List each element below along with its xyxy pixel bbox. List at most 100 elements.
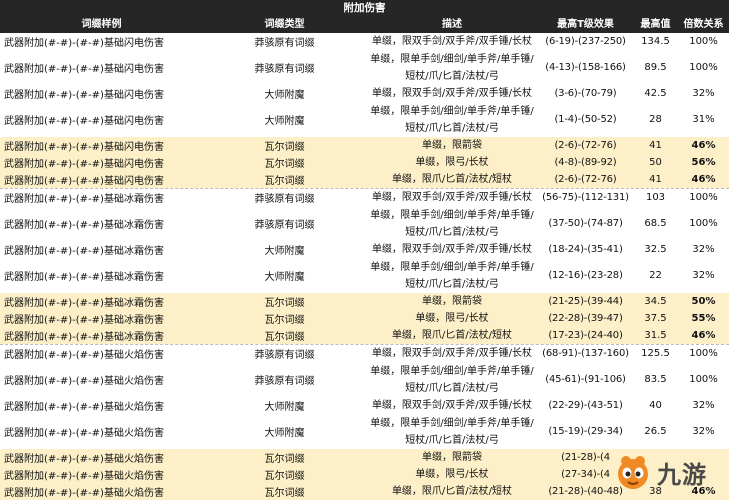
cell-affix-name: 武器附加(#-#)-(#-#)基础火焰伤害 (4, 402, 164, 413)
cell-ratio: 46% (691, 140, 716, 151)
cell-ratio: 32% (692, 426, 715, 437)
cell-affix-description: 单缀，限爪/匕首/法杖/短杖 (391, 330, 513, 341)
cell-max-value: 125.5 (641, 348, 670, 359)
cell-affix-name: 武器附加(#-#)-(#-#)基础火焰伤害 (4, 454, 164, 465)
cell-affix-name: 武器附加(#-#)-(#-#)基础火焰伤害 (4, 471, 164, 482)
table-row: 武器附加(#-#)-(#-#)基础闪电伤害 大师附魔 单缀，限双手剑/双手斧/双手锤… (0, 85, 729, 102)
cell-affix-type: 莽骇原有词缀 (254, 220, 315, 231)
cell-top-tier-range: (2-6)-(72-76) (554, 140, 617, 151)
cell-max-value: 83.5 (644, 374, 667, 385)
cell-affix-name: 武器附加(#-#)-(#-#)基础闪电伤害 (4, 159, 164, 170)
cell-affix-name: 武器附加(#-#)-(#-#)基础火焰伤害 (4, 428, 164, 439)
cell-affix-type: 瓦尔词缀 (264, 471, 305, 482)
cell-ratio: 46% (691, 330, 716, 341)
cell-affix-description: 单缀，限弓/长杖 (415, 157, 489, 168)
cell-affix-type: 莽骇原有词缀 (254, 194, 315, 205)
cell-max-value: 89.5 (644, 62, 667, 73)
table-row: 武器附加(#-#)-(#-#)基础冰霜伤害 莽骇原有词缀 单缀，限双手剑/双手斧/双… (0, 188, 729, 206)
cell-affix-name: 武器附加(#-#)-(#-#)基础冰霜伤害 (4, 220, 164, 231)
cell-ratio: 56% (691, 157, 716, 168)
cell-top-tier-range: (4-8)-(89-92) (554, 157, 617, 168)
cell-max-value: 26.5 (644, 426, 667, 437)
cell-affix-name: 武器附加(#-#)-(#-#)基础闪电伤害 (4, 142, 164, 153)
table-row: 武器附加(#-#)-(#-#)基础火焰伤害 大师附魔 单缀，限双手剑/双手斧/双手锤… (0, 397, 729, 414)
cell-affix-type: 瓦尔词缀 (264, 298, 305, 309)
header-ratio: 倍数关系 (683, 19, 724, 30)
cell-max-value: 37.5 (644, 313, 667, 324)
cell-max-value: 41 (649, 140, 662, 151)
cell-ratio: 100% (689, 36, 718, 47)
cell-ratio: 46% (691, 174, 716, 185)
cell-max-value: 41 (649, 174, 662, 185)
cell-top-tier-range: (56-75)-(112-131) (542, 192, 629, 203)
cell-top-tier-range: (15-19)-(29-34) (548, 426, 623, 437)
cell-affix-name: 武器附加(#-#)-(#-#)基础火焰伤害 (4, 488, 164, 499)
table-row: 武器附加(#-#)-(#-#)基础冰霜伤害 莽骇原有词缀 单缀，限单手剑/细剑/单手… (0, 206, 729, 241)
cell-ratio: 32% (692, 88, 715, 99)
table-row: 武器附加(#-#)-(#-#)基础冰霜伤害 大师附魔 单缀，限双手剑/双手斧/双手锤… (0, 241, 729, 258)
cell-affix-type: 瓦尔词缀 (264, 454, 305, 465)
cell-max-value: 32.5 (644, 244, 667, 255)
table-row: 武器附加(#-#)-(#-#)基础冰霜伤害 大师附魔 单缀，限单手剑/细剑/单手斧/… (0, 258, 729, 293)
cell-affix-name: 武器附加(#-#)-(#-#)基础火焰伤害 (4, 350, 164, 361)
table-row: 武器附加(#-#)-(#-#)基础闪电伤害 莽骇原有词缀 单缀，限单手剑/细剑/单手… (0, 50, 729, 85)
cell-affix-type: 瓦尔词缀 (264, 332, 305, 343)
cell-affix-name: 武器附加(#-#)-(#-#)基础闪电伤害 (4, 90, 164, 101)
table-header: 词缀样例 词缀类型 描述 最高T级效果 最高值 倍数关系 (0, 17, 729, 33)
header-top-tier-effect: 最高T级效果 (557, 19, 614, 30)
cell-affix-name: 武器附加(#-#)-(#-#)基础冰霜伤害 (4, 332, 164, 343)
cell-affix-type: 大师附魔 (264, 428, 305, 439)
cell-affix-description: 单缀，限单手剑/细剑/单手斧/单手锤/短杖/爪/匕首/法杖/弓 (370, 261, 534, 290)
cell-ratio: 100% (689, 192, 718, 203)
cell-ratio: 32% (692, 270, 715, 281)
cell-max-value: 103 (645, 192, 666, 203)
cell-ratio: 100% (689, 62, 718, 73)
cell-ratio: 55% (691, 313, 716, 324)
table-row: 武器附加(#-#)-(#-#)基础闪电伤害 大师附魔 单缀，限单手剑/细剑/单手斧/… (0, 102, 729, 137)
cell-affix-description: 单缀，限箭袋 (422, 140, 482, 151)
cell-affix-type: 瓦尔词缀 (264, 176, 305, 187)
cell-affix-description: 单缀，限单手剑/细剑/单手斧/单手锤/短杖/爪/匕首/法杖/弓 (370, 53, 534, 82)
cell-ratio: 100% (689, 348, 718, 359)
cell-affix-description: 单缀，限双手剑/双手斧/双手锤/长杖 (371, 36, 533, 47)
cell-affix-description: 单缀，限双手剑/双手斧/双手锤/长杖 (371, 400, 533, 411)
cell-affix-name: 武器附加(#-#)-(#-#)基础闪电伤害 (4, 116, 164, 127)
watermark: 九游 (613, 450, 725, 494)
cell-top-tier-range: (45-61)-(91-106) (545, 374, 626, 385)
table-row: 武器附加(#-#)-(#-#)基础冰霜伤害 瓦尔词缀 单缀，限弓/长杖 (22-28)… (0, 310, 729, 327)
cell-affix-name: 武器附加(#-#)-(#-#)基础冰霜伤害 (4, 315, 164, 326)
cell-affix-description: 单缀，限箭袋 (422, 452, 482, 463)
cell-affix-description: 单缀，限爪/匕首/法杖/短杖 (391, 174, 513, 185)
header-description: 描述 (442, 19, 462, 30)
cell-affix-type: 大师附魔 (264, 90, 305, 101)
cell-affix-type: 莽骇原有词缀 (254, 64, 315, 75)
cell-affix-type: 大师附魔 (264, 272, 305, 283)
cell-ratio: 31% (692, 114, 715, 125)
cell-affix-description: 单缀，限箭袋 (422, 296, 482, 307)
cell-affix-description: 单缀，限单手剑/细剑/单手斧/单手锤/短杖/爪/匕首/法杖/弓 (370, 105, 534, 134)
cell-affix-type: 瓦尔词缀 (264, 315, 305, 326)
cell-affix-type: 瓦尔词缀 (264, 488, 305, 499)
cell-top-tier-range: (37-50)-(74-87) (548, 218, 623, 229)
cell-top-tier-range: (12-16)-(23-28) (548, 270, 623, 281)
cell-top-tier-range: (68-91)-(137-160) (542, 348, 629, 359)
cell-top-tier-range: (4-13)-(158-166) (545, 62, 626, 73)
table-row: 武器附加(#-#)-(#-#)基础火焰伤害 莽骇原有词缀 单缀，限单手剑/细剑/单手… (0, 362, 729, 397)
cell-top-tier-range: (2-6)-(72-76) (554, 174, 617, 185)
cell-affix-description: 单缀，限弓/长杖 (415, 313, 489, 324)
cell-top-tier-range: (18-24)-(35-41) (548, 244, 623, 255)
cell-affix-description: 单缀，限单手剑/细剑/单手斧/单手锤/短杖/爪/匕首/法杖/弓 (370, 417, 534, 446)
cell-affix-type: 莽骇原有词缀 (254, 38, 315, 49)
cell-max-value: 42.5 (644, 88, 667, 99)
cell-affix-description: 单缀，限单手剑/细剑/单手斧/单手锤/短杖/爪/匕首/法杖/弓 (370, 365, 534, 394)
table-row: 武器附加(#-#)-(#-#)基础冰霜伤害 瓦尔词缀 单缀，限爪/匕首/法杖/短杖 (… (0, 327, 729, 344)
cell-affix-name: 武器附加(#-#)-(#-#)基础冰霜伤害 (4, 298, 164, 309)
table-row: 武器附加(#-#)-(#-#)基础闪电伤害 瓦尔词缀 单缀，限弓/长杖 (4-8)-(… (0, 154, 729, 171)
cell-max-value: 68.5 (644, 218, 667, 229)
table-row: 武器附加(#-#)-(#-#)基础闪电伤害 瓦尔词缀 单缀，限爪/匕首/法杖/短杖 (… (0, 171, 729, 188)
cell-top-tier-range: (22-28)-(39-47) (548, 313, 623, 324)
header-max-value: 最高值 (640, 19, 671, 30)
table-body: 武器附加(#-#)-(#-#)基础闪电伤害 莽骇原有词缀 单缀，限双手剑/双手斧/双… (0, 33, 729, 500)
cell-affix-name: 武器附加(#-#)-(#-#)基础闪电伤害 (4, 64, 164, 75)
cell-top-tier-range: (21-25)-(39-44) (548, 296, 623, 307)
